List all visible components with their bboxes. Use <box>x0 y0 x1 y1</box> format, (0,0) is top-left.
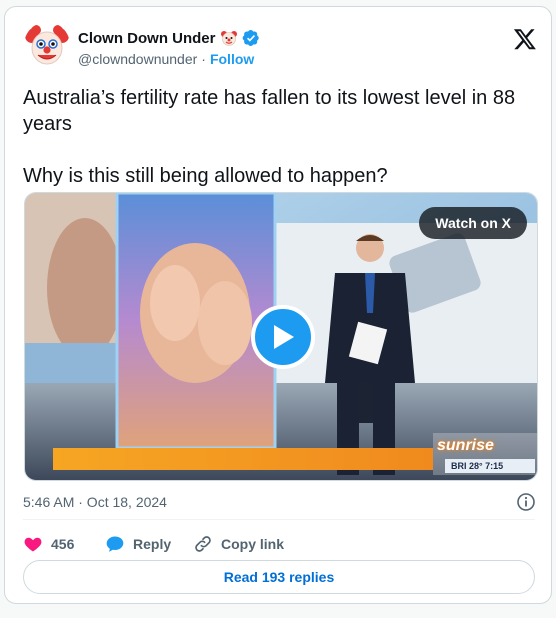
tweet-text: Australia’s fertility rate has fallen to… <box>23 87 516 187</box>
verified-icon <box>242 29 260 47</box>
divider <box>23 519 535 520</box>
heart-icon <box>24 537 42 552</box>
link-icon <box>195 536 211 552</box>
like-count: 456 <box>51 536 75 552</box>
author-handle-row: @clowndownunder · Follow <box>78 51 254 67</box>
handle-separator: · <box>201 51 206 67</box>
action-bar: 456 Reply Copy link <box>23 531 284 557</box>
x-logo-icon[interactable] <box>513 27 537 51</box>
follow-button[interactable]: Follow <box>210 51 254 67</box>
tweet-card: Clown Down Under @clowndownunder · Follo… <box>4 6 552 604</box>
author-handle[interactable]: @clowndownunder <box>78 51 197 67</box>
read-replies-button[interactable]: Read 193 replies <box>23 560 535 594</box>
watch-on-x-button[interactable]: Watch on X <box>419 207 527 239</box>
avatar[interactable] <box>24 22 70 68</box>
weather-time-ticker: BRI 28° 7:15 <box>445 459 535 473</box>
info-icon[interactable] <box>516 492 536 512</box>
copy-link-label: Copy link <box>221 536 285 552</box>
sunrise-channel-logo: sunrise <box>437 437 494 454</box>
tweet-timestamp[interactable]: 5:46 AM · Oct 18, 2024 <box>23 494 167 510</box>
author-name-row: Clown Down Under <box>78 29 260 47</box>
play-button[interactable] <box>251 305 315 369</box>
reply-bubble-icon <box>106 536 124 552</box>
reply-button[interactable]: Reply <box>105 534 193 554</box>
copy-link-button[interactable]: Copy link <box>193 534 284 554</box>
video-player[interactable]: Watch on X sunrise BRI 28° 7:15 <box>24 192 538 481</box>
reply-label: Reply <box>133 536 172 552</box>
like-button[interactable]: 456 <box>23 534 105 554</box>
play-icon <box>274 325 294 349</box>
author-name[interactable]: Clown Down Under <box>78 30 216 47</box>
clown-emoji-icon <box>220 29 238 47</box>
